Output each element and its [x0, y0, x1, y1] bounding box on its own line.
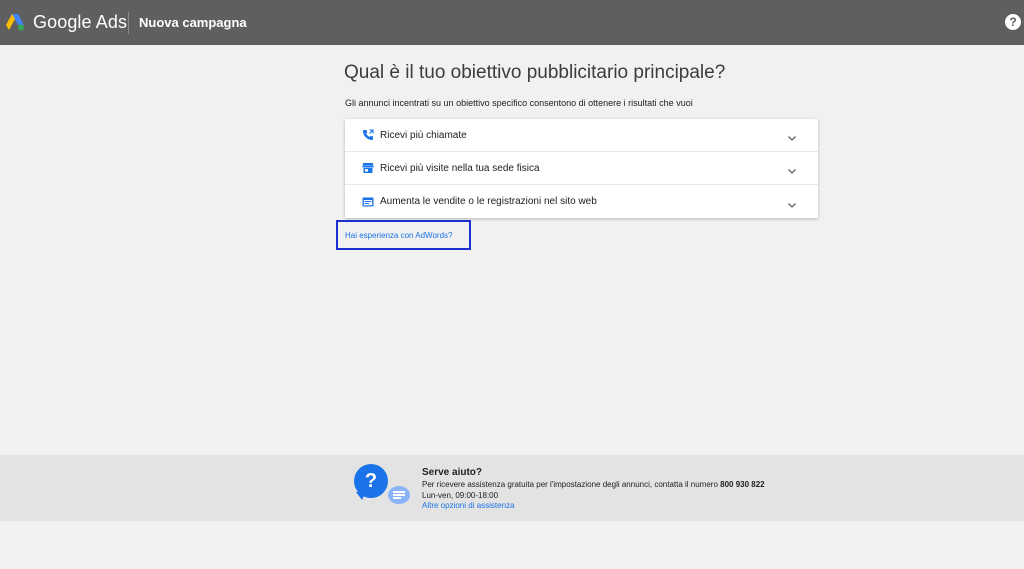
- footer-hours: Lun-ven, 09:00-18:00: [422, 491, 499, 500]
- chevron-down-icon[interactable]: [787, 130, 797, 141]
- main-heading: Qual è il tuo obiettivo pubblicitario pr…: [344, 62, 726, 83]
- option-row-website[interactable]: Aumenta le vendite o le registrazioni ne…: [345, 185, 818, 218]
- goal-options-card: Ricevi più chiamate Ricevi più visite ne…: [345, 119, 818, 218]
- top-app-bar: Google Ads Nuova campagna ?: [0, 0, 1024, 45]
- page-title: Nuova campagna: [139, 15, 247, 30]
- option-row-store-visits[interactable]: Ricevi più visite nella tua sede fisica: [345, 152, 818, 185]
- brand-name: Google Ads: [33, 12, 128, 32]
- chevron-down-icon[interactable]: [787, 197, 797, 208]
- store-icon: [362, 162, 374, 174]
- footer-phone: 800 930 822: [720, 480, 765, 489]
- footer-description: Per ricevere assistenza gratuita per l'i…: [422, 480, 718, 489]
- chat-icon: [388, 486, 410, 504]
- chevron-down-icon[interactable]: [787, 163, 797, 174]
- footer-text: Per ricevere assistenza gratuita per l'i…: [422, 480, 765, 489]
- help-icon[interactable]: ?: [1005, 14, 1021, 30]
- header-divider: [128, 12, 129, 34]
- option-label: Aumenta le vendite o le registrazioni ne…: [380, 196, 597, 207]
- main-subtext: Gli annunci incentrati su un obiettivo s…: [345, 98, 693, 108]
- option-label: Ricevi più visite nella tua sede fisica: [380, 162, 540, 174]
- phone-icon: [362, 129, 374, 141]
- help-bubble-tail: [356, 492, 366, 500]
- more-help-options-link[interactable]: Altre opzioni di assistenza: [422, 501, 515, 510]
- adwords-experience-link[interactable]: Hai esperienza con AdWords?: [345, 231, 452, 240]
- option-label: Ricevi più chiamate: [380, 129, 467, 141]
- footer-title: Serve aiuto?: [422, 467, 483, 478]
- google-ads-logo-icon[interactable]: [5, 13, 25, 31]
- web-icon: [362, 196, 374, 208]
- option-row-calls[interactable]: Ricevi più chiamate: [345, 119, 818, 152]
